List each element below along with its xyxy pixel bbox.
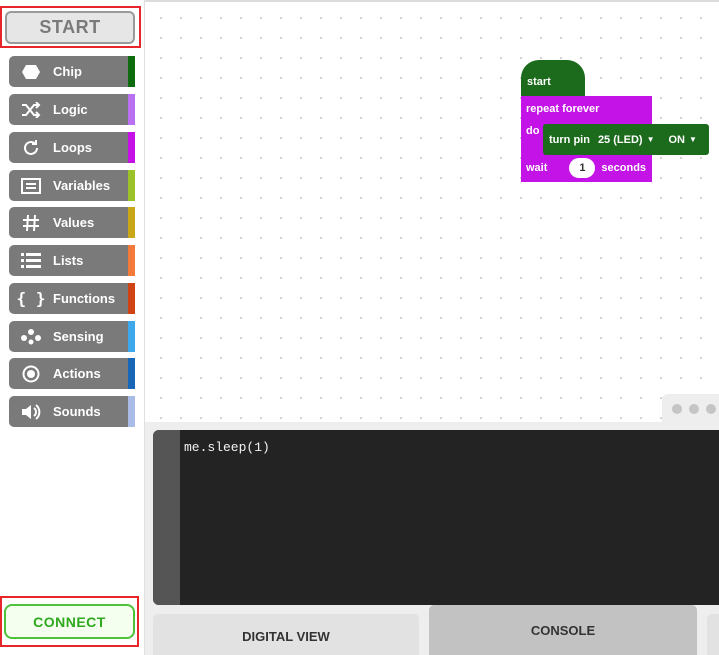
category-label: Logic: [53, 102, 88, 117]
category-label: Lists: [53, 253, 84, 268]
shuffle-icon: [9, 101, 53, 118]
category-color-strip: [128, 396, 135, 427]
hexagon-icon: [9, 64, 53, 80]
handle-dot: [672, 404, 682, 414]
handle-dot: [706, 404, 716, 414]
category-color-strip: [128, 283, 135, 314]
connect-button[interactable]: CONNECT: [4, 604, 135, 639]
braces-icon: { }: [16, 289, 46, 308]
category-color-strip: [128, 207, 135, 238]
start-block-label: start: [527, 76, 551, 88]
category-color-strip: [128, 94, 135, 125]
wait-block[interactable]: wait 1 seconds: [521, 154, 652, 182]
app-root: START Chip Logic Loops Variables Values …: [0, 0, 719, 655]
turn-pin-label: turn pin: [549, 133, 590, 146]
category-label: Loops: [53, 140, 92, 155]
category-color-strip: [128, 56, 135, 87]
category-functions[interactable]: { } Functions: [9, 283, 135, 314]
code-line: me.sleep(1): [184, 440, 270, 455]
state-dropdown-value: ON: [668, 133, 685, 146]
sensing-dots-icon: [9, 328, 53, 345]
line-gutter: [153, 430, 180, 605]
variable-box-icon: [9, 177, 53, 194]
category-label: Values: [53, 215, 95, 230]
category-actions[interactable]: Actions: [9, 358, 135, 389]
wait-seconds-input[interactable]: 1: [569, 158, 596, 178]
pin-dropdown-value: 25 (LED): [597, 133, 643, 146]
category-label: Actions: [53, 366, 101, 381]
start-block[interactable]: start: [521, 60, 585, 96]
category-color-strip: [128, 321, 135, 352]
tab-console[interactable]: CONSOLE: [429, 605, 697, 655]
tab-overflow[interactable]: [707, 614, 719, 655]
panel-resize-handle[interactable]: [662, 394, 719, 424]
seconds-label: seconds: [601, 162, 647, 174]
category-label: Sensing: [53, 329, 104, 344]
category-sounds[interactable]: Sounds: [9, 396, 135, 427]
handle-dot: [689, 404, 699, 414]
category-color-strip: [128, 245, 135, 276]
state-dropdown[interactable]: ON ▼: [668, 134, 696, 146]
category-lists[interactable]: Lists: [9, 245, 135, 276]
bottom-panel: me.sleep(1) DIGITAL VIEW CONSOLE: [145, 422, 719, 655]
category-values[interactable]: Values: [9, 207, 135, 238]
category-label: Variables: [53, 178, 111, 193]
pin-dropdown[interactable]: 25 (LED) ▼: [598, 134, 655, 146]
target-icon: [9, 365, 53, 383]
chevron-down-icon: ▼: [688, 135, 697, 144]
category-label: Functions: [53, 291, 116, 306]
connect-highlight: CONNECT: [0, 596, 139, 647]
start-highlight: START: [0, 6, 141, 48]
category-loops[interactable]: Loops: [9, 132, 135, 163]
chevron-down-icon: ▼: [646, 135, 655, 144]
list-icon: [9, 252, 53, 270]
speaker-icon: [9, 403, 53, 421]
do-label: do: [526, 125, 540, 137]
category-logic[interactable]: Logic: [9, 94, 135, 125]
category-color-strip: [128, 358, 135, 389]
loop-arrow-icon: [9, 139, 53, 157]
category-sensing[interactable]: Sensing: [9, 321, 135, 352]
repeat-block-label: repeat forever: [526, 103, 600, 115]
category-color-strip: [128, 132, 135, 163]
hash-icon: [9, 214, 53, 232]
code-editor[interactable]: me.sleep(1): [153, 430, 719, 605]
wait-label: wait: [526, 162, 548, 174]
turn-pin-block[interactable]: turn pin 25 (LED) ▼ ON ▼: [543, 124, 709, 155]
category-variables[interactable]: Variables: [9, 170, 135, 201]
block-workspace[interactable]: start repeat forever do wait 1 seconds t…: [145, 0, 719, 422]
sidebar: START Chip Logic Loops Variables Values …: [0, 0, 145, 655]
category-label: Chip: [53, 64, 82, 79]
category-color-strip: [128, 170, 135, 201]
category-chip[interactable]: Chip: [9, 56, 135, 87]
category-label: Sounds: [53, 404, 101, 419]
start-button[interactable]: START: [5, 11, 135, 44]
tab-digital-view[interactable]: DIGITAL VIEW: [153, 614, 419, 655]
